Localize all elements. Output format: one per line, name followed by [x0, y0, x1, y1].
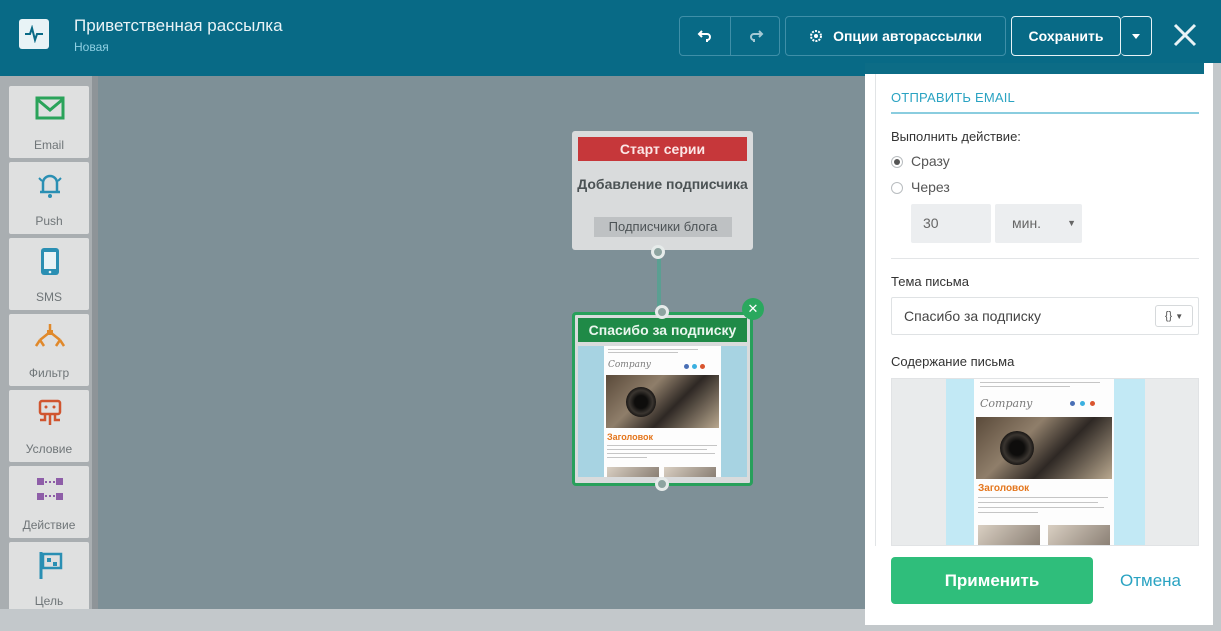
- action-icon: [37, 478, 63, 500]
- redo-button[interactable]: [731, 17, 780, 55]
- tool-label: Push: [35, 214, 63, 228]
- close-icon: ✕: [747, 301, 759, 316]
- start-node-header: Старт серии: [578, 137, 747, 161]
- subject-input[interactable]: Спасибо за подписку: [891, 297, 1199, 335]
- close-editor-button[interactable]: [1172, 22, 1198, 48]
- tool-email[interactable]: Email: [9, 86, 89, 158]
- tool-goal[interactable]: Цель: [9, 542, 89, 614]
- tool-action[interactable]: Действие: [9, 466, 89, 538]
- redo-icon: [749, 30, 763, 42]
- radio-delay-label[interactable]: Через: [911, 179, 950, 195]
- tool-label: Email: [33, 138, 64, 152]
- tool-push[interactable]: Push: [9, 162, 89, 234]
- email-heading: Заголовок: [607, 432, 654, 442]
- bell-icon: [38, 174, 62, 198]
- tool-filter[interactable]: Фильтр: [9, 314, 89, 386]
- start-node-output-port[interactable]: [651, 245, 665, 259]
- tool-label: Условие: [25, 442, 73, 456]
- radio-now[interactable]: [891, 156, 903, 168]
- apply-button[interactable]: Применить: [891, 557, 1093, 604]
- page-title: Приветственная рассылка: [74, 16, 283, 35]
- undo-button[interactable]: [680, 17, 730, 55]
- flag-icon: [39, 552, 63, 579]
- canvas-bottom-strip: [0, 609, 865, 631]
- save-dropdown-button[interactable]: [1121, 16, 1152, 56]
- undo-redo-group: [679, 16, 780, 56]
- delay-amount-input[interactable]: 30: [911, 204, 991, 243]
- divider: [891, 258, 1199, 259]
- tool-condition[interactable]: Условие: [9, 390, 89, 462]
- start-node[interactable]: Старт серии Добавление подписчика Подпис…: [572, 131, 753, 250]
- email-brand: Company: [608, 360, 651, 370]
- variable-icon: {}: [1164, 310, 1173, 322]
- caret-down-icon: ▼: [1175, 312, 1184, 321]
- delay-unit-value: мин.: [1012, 215, 1042, 231]
- email-thumbnail: Company Заголовок: [604, 346, 721, 477]
- panel-right-gap: [1213, 63, 1221, 631]
- email-node-input-port[interactable]: [655, 305, 669, 319]
- email-node-preview: Company Заголовок: [578, 346, 747, 477]
- radio-now-label[interactable]: Сразу: [911, 153, 950, 169]
- undo-icon: [697, 30, 711, 42]
- subject-label: Тема письма: [891, 274, 969, 289]
- panel-scroll-rail: [875, 74, 876, 604]
- tool-sms[interactable]: SMS: [9, 238, 89, 310]
- phone-icon: [41, 248, 59, 275]
- email-icon: [35, 96, 65, 120]
- email-node[interactable]: Спасибо за подписку Company Заголовок: [572, 312, 753, 486]
- content-label: Содержание письма: [891, 354, 1015, 369]
- autoresponder-options-button[interactable]: Опции авторассылки: [785, 16, 1006, 56]
- options-label: Опции авторассылки: [833, 28, 982, 44]
- email-content-preview[interactable]: Company Заголовок: [891, 378, 1199, 546]
- email-content-thumbnail: Company Заголовок: [974, 379, 1114, 545]
- tool-label: Цель: [34, 594, 64, 608]
- start-node-tag: Подписчики блога: [594, 217, 732, 237]
- close-icon: [1173, 23, 1197, 47]
- panel-top-band: [865, 63, 1204, 74]
- tool-label: SMS: [35, 290, 62, 304]
- caret-down-icon: ▼: [1067, 218, 1076, 228]
- start-node-trigger: Добавление подписчика: [577, 176, 748, 192]
- cancel-link[interactable]: Отмена: [1120, 571, 1181, 591]
- email-hero-image: [606, 375, 719, 428]
- delay-unit-select[interactable]: мин. ▼: [995, 204, 1082, 243]
- panel-title-underline: [891, 112, 1199, 114]
- tool-label: Фильтр: [28, 366, 70, 380]
- tool-label: Действие: [22, 518, 76, 532]
- gear-icon: [810, 30, 823, 42]
- email-heading: Заголовок: [978, 483, 1030, 494]
- email-node-output-port[interactable]: [655, 477, 669, 491]
- remove-node-button[interactable]: ✕: [742, 298, 764, 320]
- page-status: Новая: [74, 40, 109, 54]
- save-button[interactable]: Сохранить: [1011, 16, 1121, 56]
- caret-down-icon: [1132, 33, 1140, 39]
- radio-delay[interactable]: [891, 182, 903, 194]
- condition-icon: [38, 399, 62, 425]
- panel-title: ОТПРАВИТЬ EMAIL: [891, 90, 1015, 105]
- filter-icon: [35, 324, 65, 347]
- pulse-icon: [25, 25, 43, 43]
- app-logo: [19, 19, 49, 49]
- email-node-header: Спасибо за подписку: [578, 318, 747, 342]
- email-hero-image: [976, 417, 1112, 479]
- action-label: Выполнить действие:: [891, 129, 1021, 144]
- insert-variable-button[interactable]: {} ▼: [1155, 305, 1193, 327]
- email-brand: Company: [980, 397, 1033, 410]
